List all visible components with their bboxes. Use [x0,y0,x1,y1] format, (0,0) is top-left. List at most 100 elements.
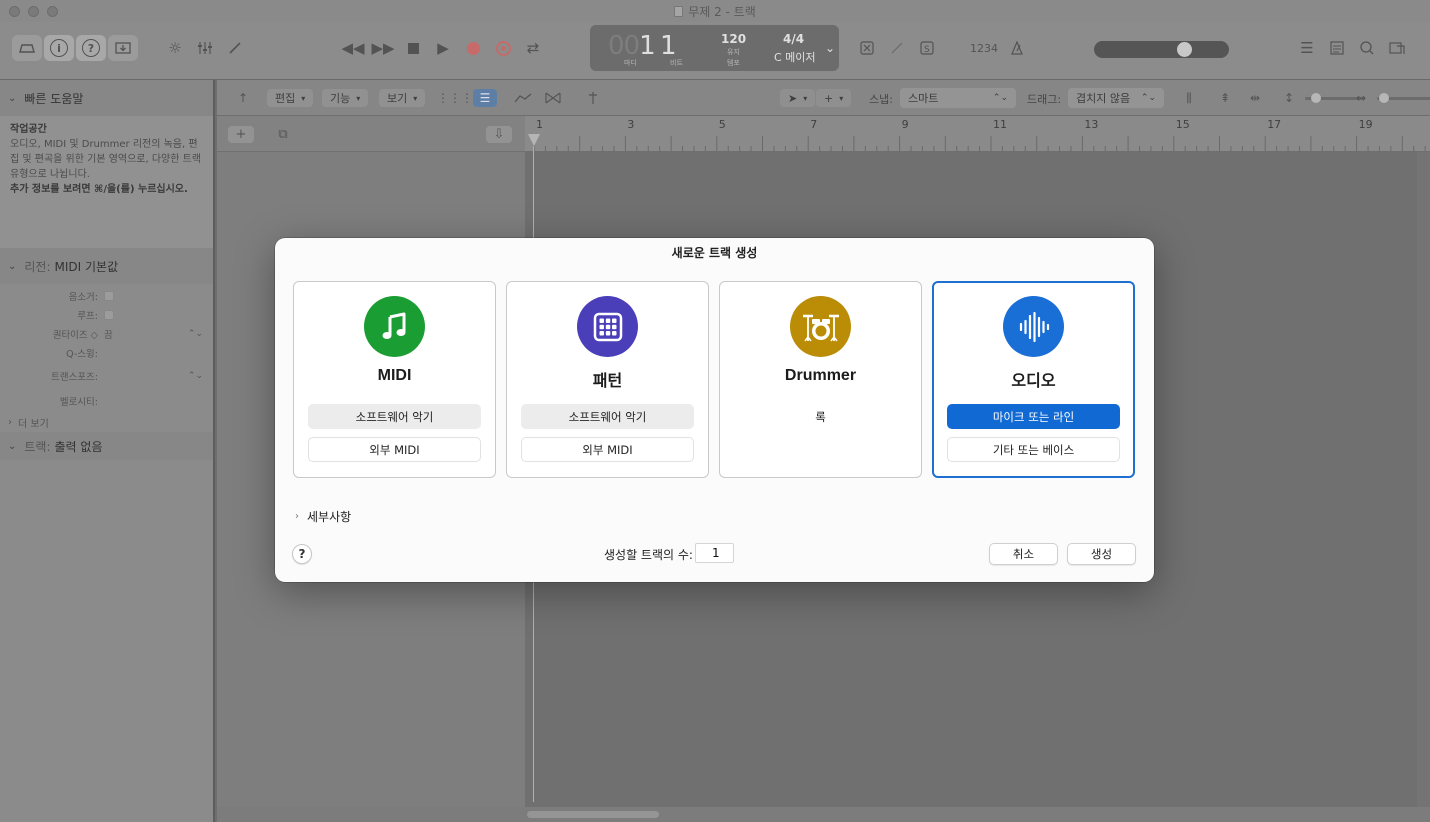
card-icon-bg [577,296,638,357]
lcd-chevron-down-icon[interactable]: ⌄ [825,41,835,55]
fit-horizontal-button[interactable]: ⇹ [1243,89,1267,107]
option-rock[interactable]: 록 [734,404,907,429]
track-type-card-pattern[interactable]: 패턴 소프트웨어 악기 외부 MIDI [506,281,709,478]
drag-select[interactable]: 겹치지 않음 ⌃⌄ [1068,88,1164,108]
notepad-button[interactable] [1322,35,1352,61]
view-menu[interactable]: 보기 ▾ [379,89,426,107]
lcd-key[interactable]: C 메이저 [774,49,816,65]
inspector-panel: ⌄ 빠른 도움말 작업공간 오디오, MIDI 및 Drummer 리전의 녹음… [0,80,215,822]
close-window-button[interactable] [9,6,20,17]
track-type-card-audio[interactable]: 오디오 마이크 또는 라인 기타 또는 베이스 [932,281,1135,478]
option-external-midi[interactable]: 외부 MIDI [308,437,481,462]
catch-playhead-button[interactable]: ↑ [231,89,255,107]
region-header[interactable]: ⌄ 리전: MIDI 기본값 [0,248,213,284]
ruler-bar-number: 7 [810,118,817,131]
chevron-down-icon: ▾ [301,93,306,103]
option-software-instrument[interactable]: 소프트웨어 악기 [308,404,481,429]
list-icon: ☰ [479,91,491,105]
automation-button[interactable] [511,89,535,107]
track-count-field[interactable]: 1 [695,543,734,563]
ruler-bar-number: 5 [719,118,726,131]
track-type-card-drummer[interactable]: Drummer 록 [719,281,922,478]
help-button[interactable]: ? [292,544,312,564]
global-tracks-button[interactable]: ⇩ [486,126,512,143]
vertical-zoom-knob[interactable] [1311,93,1321,103]
horizontal-zoom-knob[interactable] [1379,93,1389,103]
playhead-handle[interactable] [528,134,540,146]
stepper-icon[interactable]: ⌃⌄ [188,329,203,339]
replace-button[interactable] [852,35,882,61]
region-param-row: Q-스윙: [66,348,98,360]
lcd-tempo[interactable]: 120 [721,32,746,46]
quick-help-button[interactable]: ? [76,35,106,61]
solo-button[interactable]: S [912,35,942,61]
option-guitar-or-bass[interactable]: 기타 또는 베이스 [947,437,1120,462]
option-microphone-or-line[interactable]: 마이크 또는 라인 [947,404,1120,429]
scrollbar-thumb[interactable] [527,811,659,818]
cycle-button[interactable]: ⇄ [518,35,548,61]
loop-browser-button[interactable] [1352,35,1382,61]
horizontal-zoom-slider[interactable] [1377,93,1430,103]
inspector-button[interactable]: i [44,35,74,61]
capture-recording-button[interactable] [488,35,518,61]
minimize-window-button[interactable] [28,6,39,17]
horizontal-scrollbar[interactable] [217,807,1430,822]
zoom-window-button[interactable] [47,6,58,17]
fit-vertical-button[interactable]: ⇞ [1213,89,1237,107]
track-header[interactable]: ⌄ 트랙: 출력 없음 [0,432,213,460]
cmd-click-tool-menu[interactable]: + ▾ [816,89,852,107]
stepper-icon[interactable]: ⌃⌄ [188,371,203,381]
timeline-ruler[interactable]: 1 3 5 7 9 11 13 15 17 19 [525,116,1430,152]
snap-to-playhead-button[interactable] [581,89,605,107]
tray-icon: ⇩ [493,127,505,142]
option-software-instrument[interactable]: 소프트웨어 악기 [521,404,694,429]
rewind-button[interactable]: ◀◀ [338,35,368,61]
master-volume-knob[interactable] [1177,42,1192,57]
flex-button[interactable] [541,89,565,107]
metronome-button[interactable] [1002,35,1032,61]
create-button[interactable]: 생성 [1067,543,1136,565]
smart-controls-button[interactable]: ☼ [160,35,190,61]
track-type-card-midi[interactable]: MIDI 소프트웨어 악기 외부 MIDI [293,281,496,478]
snap-select[interactable]: 스마트 ⌃⌄ [900,88,1016,108]
more-toggle[interactable]: › 더 보기 [0,412,213,432]
add-track-button[interactable]: + [228,126,254,143]
quantize-value[interactable]: 끔 [104,327,113,341]
arrow-up-icon: ↑ [237,91,249,105]
list-editors-button[interactable]: ☰ [1292,35,1322,61]
stop-button[interactable] [398,35,428,61]
tuner-button[interactable] [882,35,912,61]
record-button[interactable] [458,35,488,61]
toolbar-download-button[interactable] [108,35,138,61]
browser-button[interactable] [1382,35,1412,61]
master-volume-slider[interactable] [1094,41,1229,58]
mixer-button[interactable] [190,35,220,61]
quick-help-content: 작업공간 오디오, MIDI 및 Drummer 리전의 녹음, 편집 및 편곡… [0,116,213,248]
mute-checkbox[interactable] [104,290,114,301]
new-track-dialog: 새로운 트랙 생성 MIDI 소프트웨어 악기 외부 MIDI 패턴 소프트웨어… [275,238,1154,582]
lcd-time-signature[interactable]: 4/4 [783,32,804,46]
count-in-button[interactable]: 1234 [966,35,1002,61]
function-menu[interactable]: 기능 ▾ [322,89,369,107]
lcd-display[interactable]: 001 마디 1 비트 120 유지 템포 4/4 C 메이저 ⌄ [590,25,839,71]
play-button[interactable]: ▶ [428,35,458,61]
grid-view-button[interactable]: ⋮⋮⋮ [437,89,473,107]
lcd-bar-caption: 마디 [624,59,637,67]
cancel-button[interactable]: 취소 [989,543,1058,565]
vertical-scrollbar[interactable] [1417,152,1430,807]
loop-checkbox[interactable] [104,309,114,320]
quick-help-header[interactable]: ⌄ 빠른 도움말 [0,80,213,116]
editors-button[interactable] [220,35,250,61]
library-button[interactable] [12,35,42,61]
list-view-button[interactable]: ☰ [473,89,497,107]
ruler-bar-number: 1 [536,118,543,131]
edit-menu[interactable]: 편집 ▾ [267,89,314,107]
left-click-tool-menu[interactable]: ➤ ▾ [780,89,816,107]
chevron-down-icon: ▾ [413,93,418,103]
fast-forward-button[interactable]: ▶▶ [368,35,398,61]
waveform-zoom-button[interactable]: ⫼ [1177,89,1201,107]
option-external-midi[interactable]: 외부 MIDI [521,437,694,462]
chevron-down-icon: ▾ [803,93,808,103]
details-disclosure[interactable]: › 세부사항 [295,508,351,525]
duplicate-track-button[interactable]: ⧉ [270,126,296,143]
